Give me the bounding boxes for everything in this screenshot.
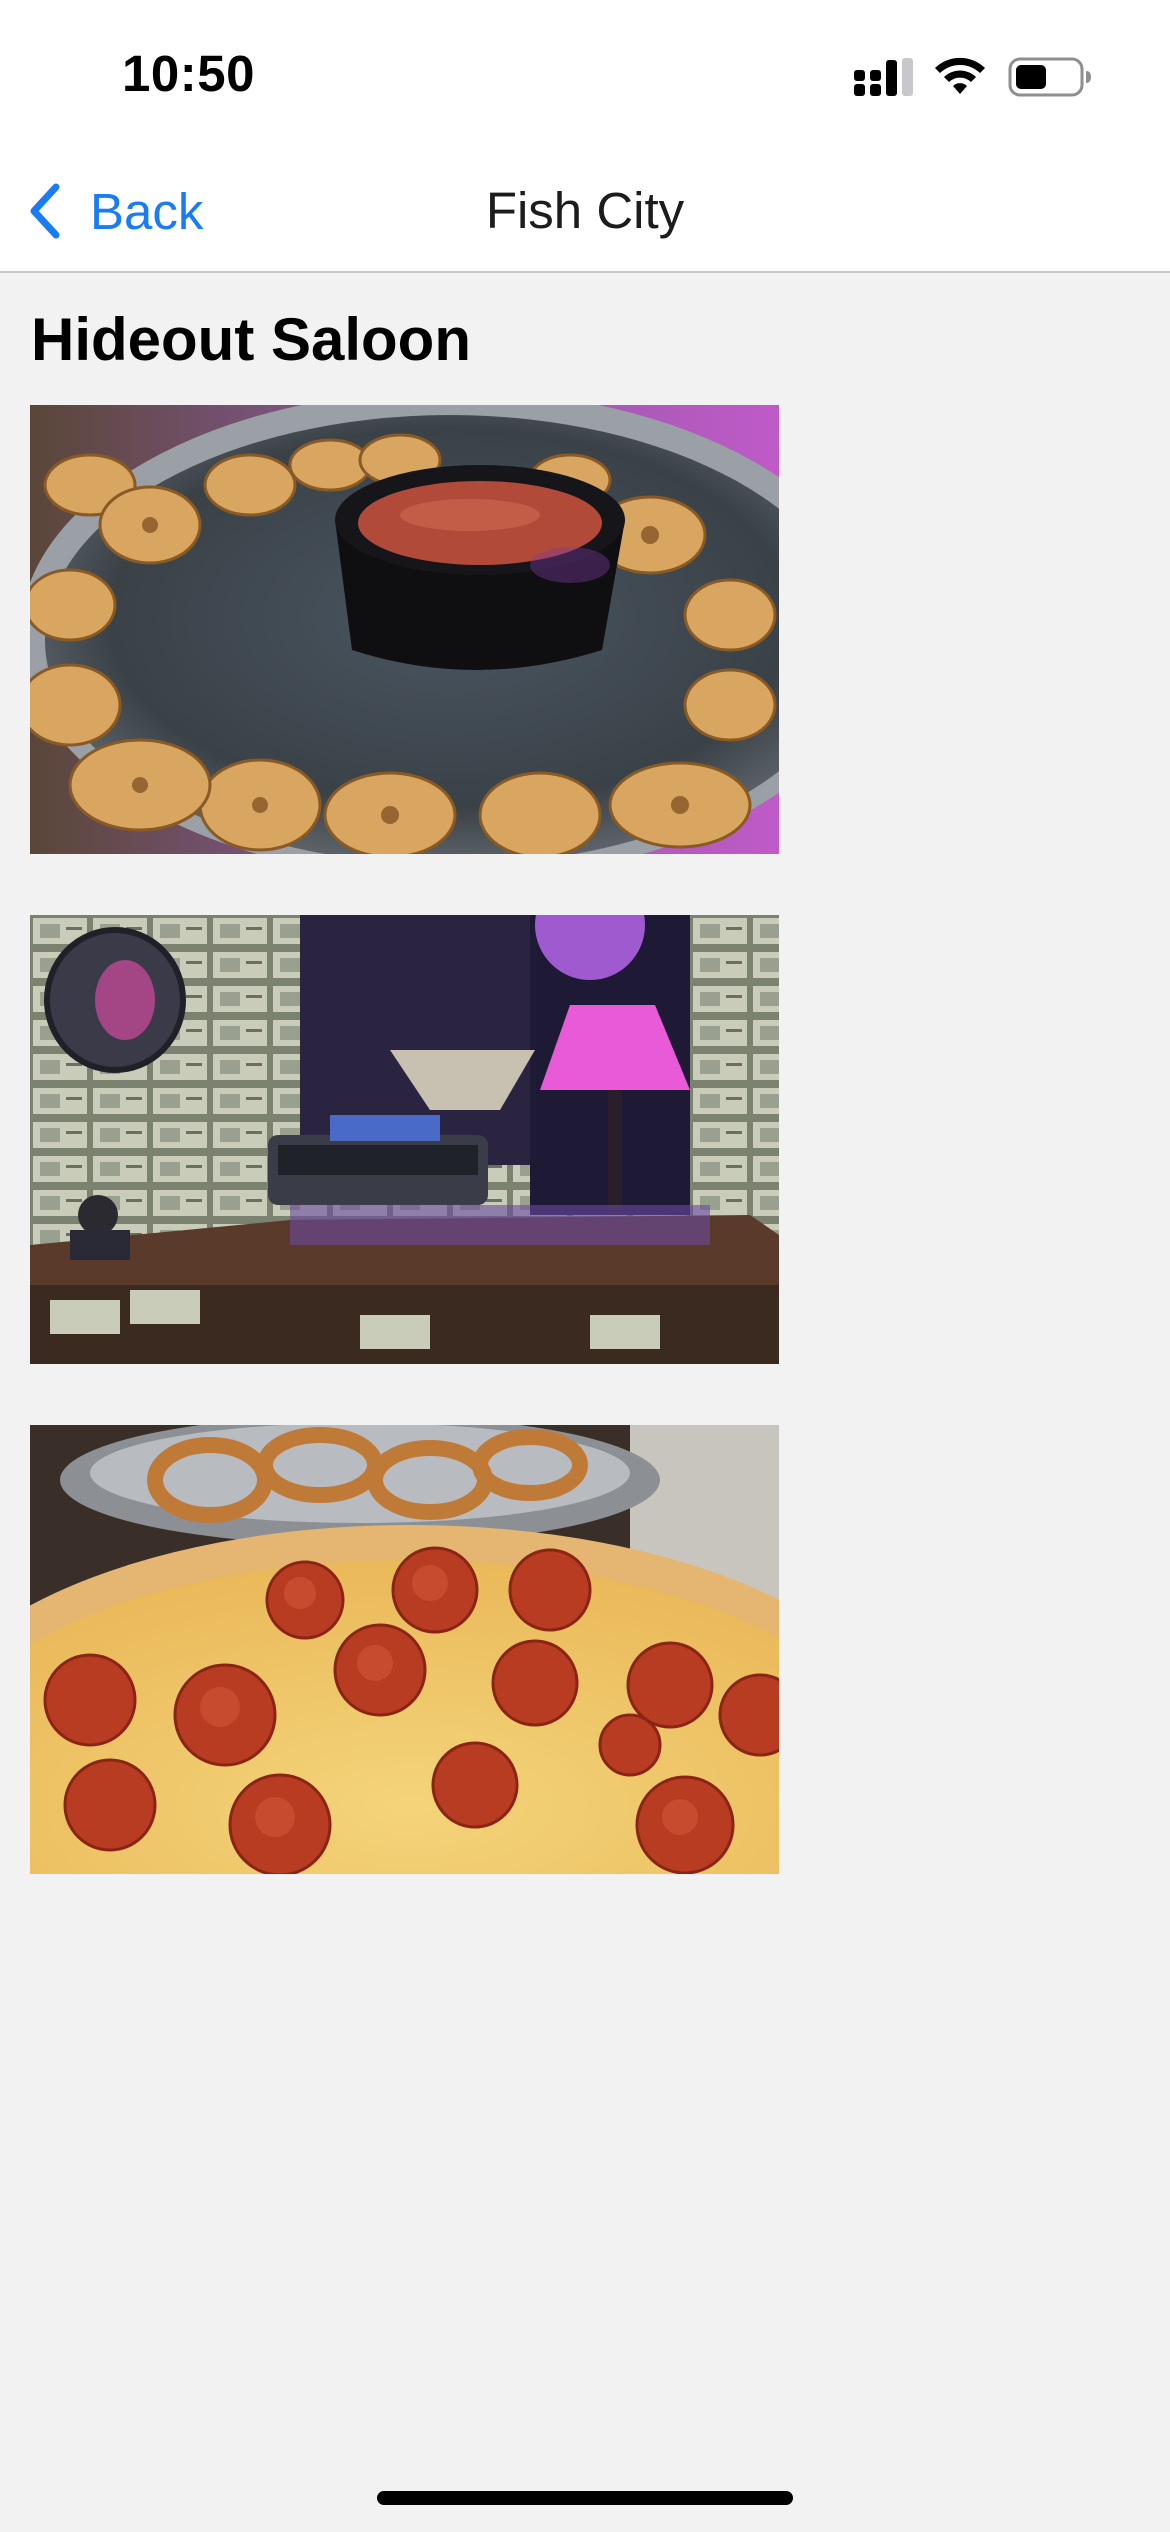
photo-pepperoni-pizza[interactable] bbox=[30, 1425, 779, 1874]
battery-icon bbox=[1008, 57, 1091, 97]
cellular-signal-icon bbox=[854, 58, 913, 96]
photo-bar-counter[interactable] bbox=[30, 915, 779, 1364]
home-indicator[interactable] bbox=[377, 2491, 793, 2505]
status-time: 10:50 bbox=[122, 45, 255, 102]
navigation-bar: Back Fish City bbox=[0, 140, 1170, 273]
wifi-icon bbox=[935, 57, 985, 94]
photo-shrimp-platter[interactable] bbox=[30, 405, 779, 854]
place-name: Hideout Saloon bbox=[31, 306, 471, 373]
status-bar: 10:50 bbox=[0, 0, 1170, 140]
nav-title: Fish City bbox=[485, 182, 685, 239]
